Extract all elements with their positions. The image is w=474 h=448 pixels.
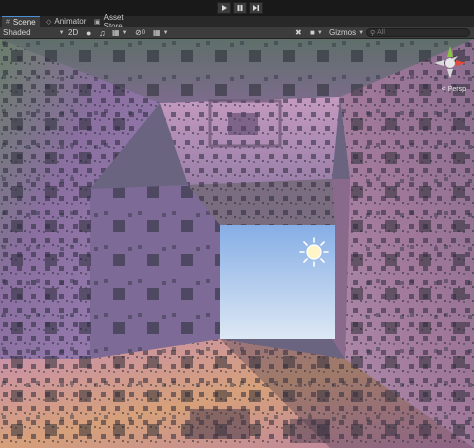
lighting-toggle[interactable]: ● <box>86 27 96 38</box>
chevron-down-icon: ▼ <box>358 29 365 36</box>
chevron-down-icon: ▼ <box>316 29 323 36</box>
step-button[interactable] <box>249 2 263 14</box>
tab-scene[interactable]: # Scene <box>2 16 40 27</box>
gizmo-y-axis-icon[interactable] <box>447 46 453 57</box>
play-controls-bar <box>0 0 474 16</box>
grid-icon: ▦ <box>153 28 161 37</box>
grid-dropdown[interactable]: ▦ ▼ <box>153 27 171 38</box>
scene-viewport[interactable]: < Persp <box>0 39 474 448</box>
lightbulb-icon: ● <box>86 27 92 38</box>
sky-window <box>220 225 335 339</box>
projection-label[interactable]: < Persp <box>442 86 466 93</box>
toggle-2d-label: 2D <box>68 28 79 37</box>
toggle-2d-button[interactable]: 2D <box>68 27 82 38</box>
tab-animator-label: Animator <box>54 17 87 26</box>
tab-animator[interactable]: ◇ Animator <box>42 16 86 27</box>
pause-icon <box>237 5 243 11</box>
draw-mode-label: Shaded <box>3 28 31 37</box>
step-icon <box>253 5 259 11</box>
scene-render <box>0 39 474 448</box>
asset-store-icon: ▣ <box>94 18 101 26</box>
scene-icon: # <box>6 18 10 26</box>
play-button[interactable] <box>217 2 231 14</box>
hidden-count: 0 <box>141 29 146 36</box>
gizmo-x-axis-icon[interactable] <box>456 60 466 66</box>
camera-dropdown[interactable]: ■ ▼ <box>310 27 328 38</box>
draw-mode-dropdown[interactable]: Shaded ▼ <box>3 27 65 38</box>
chevron-down-icon: ▼ <box>58 29 65 36</box>
tab-scene-label: Scene <box>12 17 36 27</box>
chevron-down-icon: ▼ <box>162 29 169 36</box>
gizmos-label: Gizmos <box>329 28 357 37</box>
camera-icon: ■ <box>310 28 315 37</box>
search-icon: ⚲ <box>370 29 376 37</box>
window-tab-strip: # Scene ◇ Animator ▣ Asset Store <box>0 13 474 31</box>
tools-button[interactable]: ✖ <box>295 27 307 38</box>
gizmo-x-neg-icon[interactable] <box>434 60 444 66</box>
search-input[interactable]: ⚲ All <box>366 28 470 37</box>
directional-light-icon <box>299 237 329 267</box>
play-icon <box>222 5 227 11</box>
search-placeholder: All <box>377 29 385 36</box>
gizmo-y-neg-icon[interactable] <box>447 69 453 79</box>
eye-slash-icon: ⊘ <box>135 28 142 37</box>
hidden-objects-toggle[interactable]: ⊘ 0 <box>135 27 149 38</box>
audio-toggle[interactable]: ♫ <box>99 27 109 38</box>
effects-icon: ▦ <box>112 28 120 37</box>
scene-toolbar: Shaded ▼ 2D ● ♫ ▦ ▼ ⊘ 0 ▦ ▼ ✖ ■ ▼ Gizmos… <box>0 27 474 39</box>
chevron-down-icon: ▼ <box>121 29 128 36</box>
speaker-icon: ♫ <box>99 27 106 38</box>
pause-button[interactable] <box>233 2 247 14</box>
tools-icon: ✖ <box>295 28 302 37</box>
tab-asset-store[interactable]: ▣ Asset Store <box>90 13 140 31</box>
gizmos-dropdown[interactable]: Gizmos ▼ <box>329 27 365 38</box>
orientation-gizmo[interactable] <box>430 43 470 83</box>
effects-dropdown[interactable]: ▦ ▼ <box>112 27 132 38</box>
animator-icon: ◇ <box>46 18 52 26</box>
